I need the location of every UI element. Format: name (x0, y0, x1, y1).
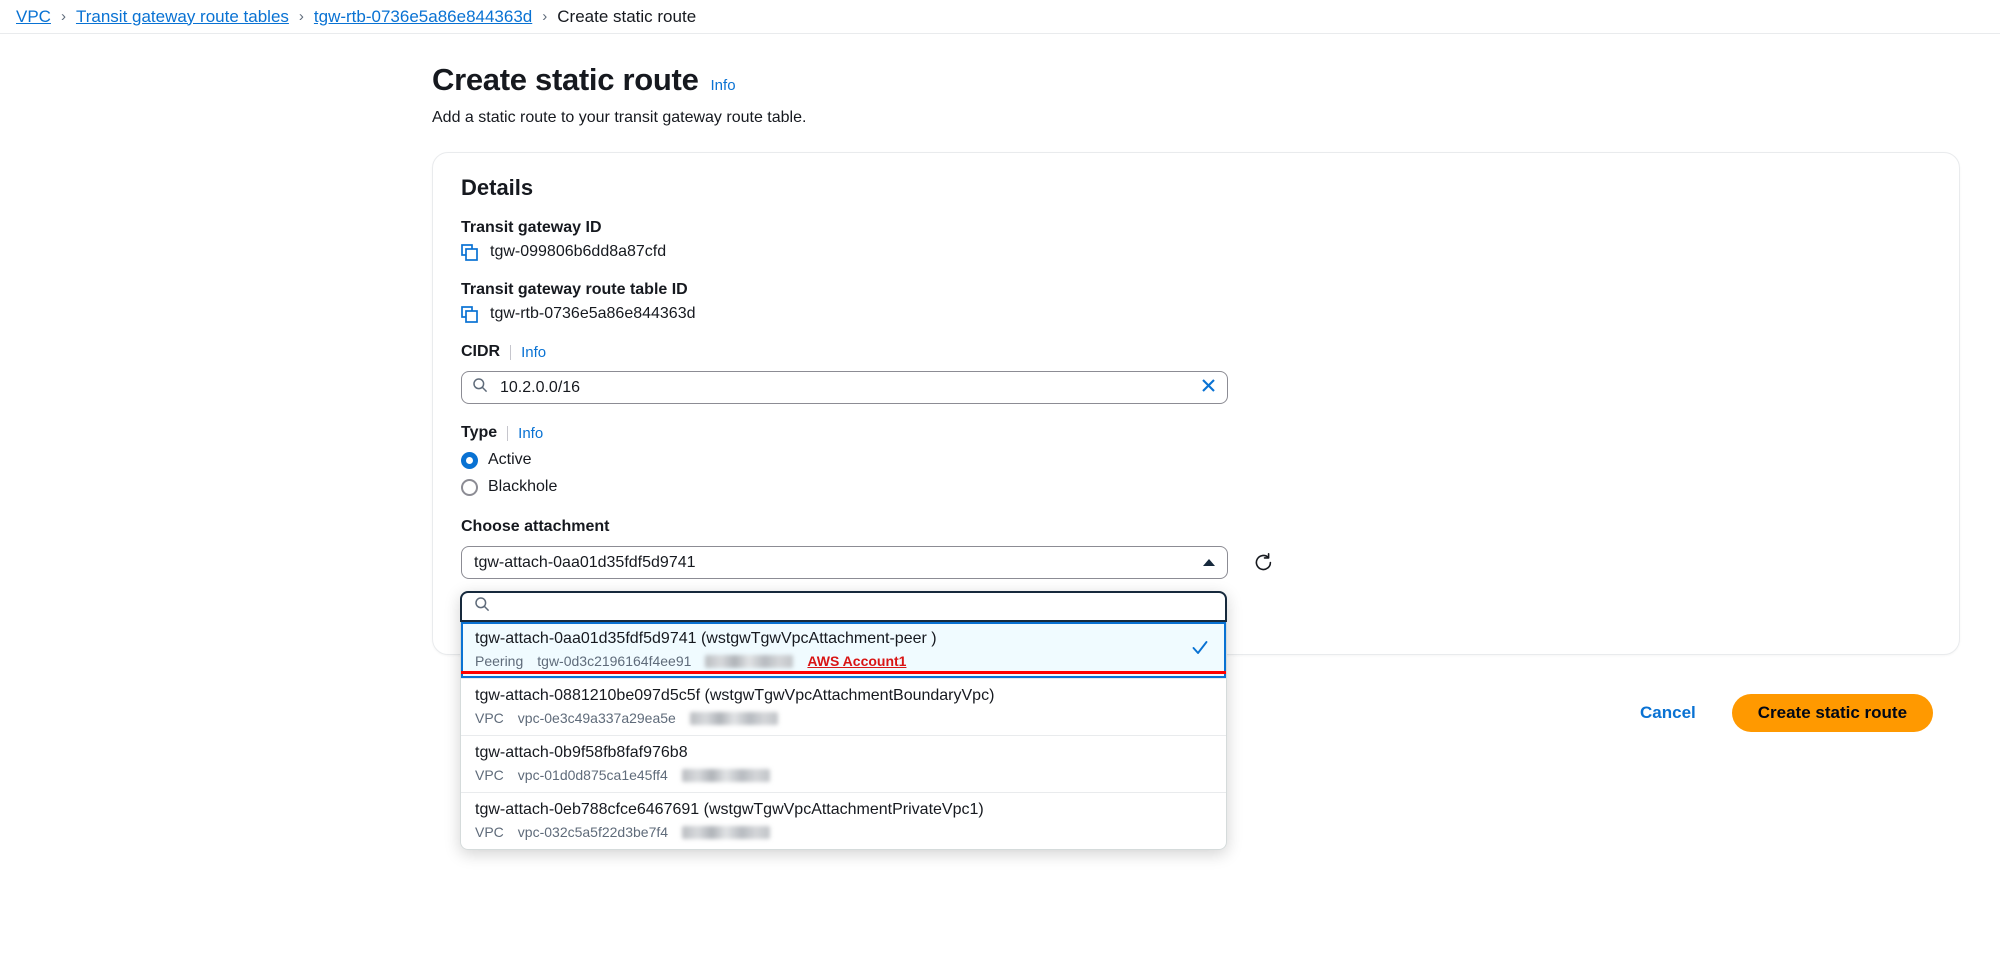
type-info-link[interactable]: Info (518, 425, 543, 442)
radio-label-blackhole: Blackhole (488, 478, 558, 495)
radio-button-active[interactable] (461, 451, 478, 469)
attachment-option-resource-id: tgw-0d3c2196164f4ee91 (537, 653, 692, 669)
breadcrumb-item-current: Create static route (557, 6, 697, 26)
attachment-select[interactable]: tgw-attach-0aa01d35fdf5d9741 (461, 546, 1228, 579)
attachment-option-title: tgw-attach-0b9f58fb8faf976b8 (475, 744, 688, 761)
type-label-row: Type Info (461, 424, 1931, 442)
attachment-option-item[interactable]: tgw-attach-0aa01d35fdf5d9741 (wstgwTgwVp… (461, 622, 1226, 679)
cidr-info-link[interactable]: Info (521, 344, 546, 361)
chevron-up-icon[interactable] (1203, 559, 1215, 566)
breadcrumb-separator-icon: › (60, 8, 66, 25)
check-icon (1190, 638, 1210, 663)
transit-gateway-id-label: Transit gateway ID (461, 219, 602, 236)
choose-attachment-label: Choose attachment (461, 518, 610, 535)
redacted-account-block (705, 654, 794, 668)
type-label: Type (461, 424, 498, 441)
copy-icon[interactable] (461, 305, 478, 323)
create-static-route-button[interactable]: Create static route (1731, 694, 1934, 732)
details-card: Details Transit gateway ID tgw-099806b6d… (432, 152, 1960, 655)
breadcrumb-item-route-table-id[interactable]: tgw-rtb-0736e5a86e844363d (314, 7, 532, 27)
transit-gateway-route-table-id-row: tgw-rtb-0736e5a86e844363d (461, 305, 1931, 323)
attachment-option-resource-type: VPC (475, 710, 504, 726)
redacted-account-block (689, 711, 778, 725)
attachment-option-meta: VPC vpc-01d0d875ca1e45ff4 (475, 767, 1212, 783)
attachment-dropdown-search-input[interactable] (460, 591, 1227, 622)
redacted-account-block (681, 768, 770, 782)
transit-gateway-route-table-id-value: tgw-rtb-0736e5a86e844363d (490, 305, 696, 322)
breadcrumb-item-vpc[interactable]: VPC (16, 7, 51, 27)
transit-gateway-id-value: tgw-099806b6dd8a87cfd (490, 243, 667, 260)
breadcrumb-separator-icon: › (298, 8, 304, 25)
attachment-option-title: tgw-attach-0aa01d35fdf5d9741 (wstgwTgwVp… (475, 630, 937, 647)
form-actions: Cancel Create static route (1640, 694, 1934, 732)
radio-button-blackhole[interactable] (461, 478, 478, 496)
radio-option-blackhole[interactable]: Blackhole (461, 478, 1931, 496)
attachment-option-item[interactable]: tgw-attach-0b9f58fb8faf976b8 VPC vpc-01d… (461, 736, 1226, 793)
redacted-account-block (682, 825, 771, 839)
attachment-option-list: tgw-attach-0aa01d35fdf5d9741 (wstgwTgwVp… (460, 622, 1227, 850)
page-header: Create static route Info Add a static ro… (0, 34, 2000, 127)
attachment-option-item[interactable]: tgw-attach-0eb788cfce6467691 (wstgwTgwVp… (461, 793, 1226, 849)
attachment-option-title: tgw-attach-0881210be097d5c5f (wstgwTgwVp… (475, 687, 995, 704)
attachment-option-resource-id: vpc-0e3c49a337a29ea5e (517, 710, 676, 726)
attachment-option-resource-type: VPC (475, 824, 504, 840)
refresh-icon[interactable] (1250, 550, 1276, 576)
radio-label-active: Active (488, 451, 532, 468)
breadcrumb-item-transit-gateway-route-tables[interactable]: Transit gateway route tables (76, 7, 289, 27)
attachment-option-resource-type: VPC (475, 767, 504, 783)
details-section-title: Details (461, 175, 534, 200)
transit-gateway-id-row: tgw-099806b6dd8a87cfd (461, 243, 1931, 261)
radio-option-active[interactable]: Active (461, 451, 1931, 469)
attachment-option-resource-id: vpc-01d0d875ca1e45ff4 (517, 767, 668, 783)
attachment-option-meta: VPC vpc-032c5a5f22d3be7f4 (475, 824, 1212, 840)
attachment-option-account-label: AWS Account1 (807, 653, 907, 669)
page-title: Create static route (432, 62, 699, 97)
page-info-link[interactable]: Info (711, 77, 736, 94)
cancel-button[interactable]: Cancel (1640, 703, 1696, 723)
attachment-option-title: tgw-attach-0eb788cfce6467691 (wstgwTgwVp… (475, 801, 984, 818)
cidr-value: 10.2.0.0/16 (500, 378, 581, 396)
close-icon[interactable] (1200, 377, 1217, 399)
attachment-option-meta: VPC vpc-0e3c49a337a29ea5e (475, 710, 1212, 726)
cidr-label: CIDR (461, 343, 501, 360)
attachment-option-item[interactable]: tgw-attach-0881210be097d5c5f (wstgwTgwVp… (461, 679, 1226, 736)
attachment-select-row: tgw-attach-0aa01d35fdf5d9741 (461, 546, 1931, 579)
copy-icon[interactable] (461, 243, 478, 261)
search-icon (472, 377, 488, 398)
search-icon (474, 596, 490, 617)
breadcrumb: VPC › Transit gateway route tables › tgw… (0, 0, 2000, 34)
breadcrumb-separator-icon: › (542, 8, 548, 25)
attachment-option-meta: Peering tgw-0d3c2196164f4ee91 AWS Accoun… (475, 653, 1212, 669)
attachment-dropdown: tgw-attach-0aa01d35fdf5d9741 (wstgwTgwVp… (460, 591, 1227, 850)
label-divider (510, 344, 512, 360)
label-divider (507, 425, 509, 441)
transit-gateway-route-table-id-label: Transit gateway route table ID (461, 281, 688, 298)
attachment-selected-value: tgw-attach-0aa01d35fdf5d9741 (474, 553, 696, 571)
cidr-input[interactable]: 10.2.0.0/16 (461, 371, 1228, 404)
page-description: Add a static route to your transit gatew… (432, 109, 807, 126)
attachment-option-resource-type: Peering (475, 653, 524, 669)
attachment-option-resource-id: vpc-032c5a5f22d3be7f4 (517, 824, 669, 840)
cidr-label-row: CIDR Info (461, 343, 1931, 361)
